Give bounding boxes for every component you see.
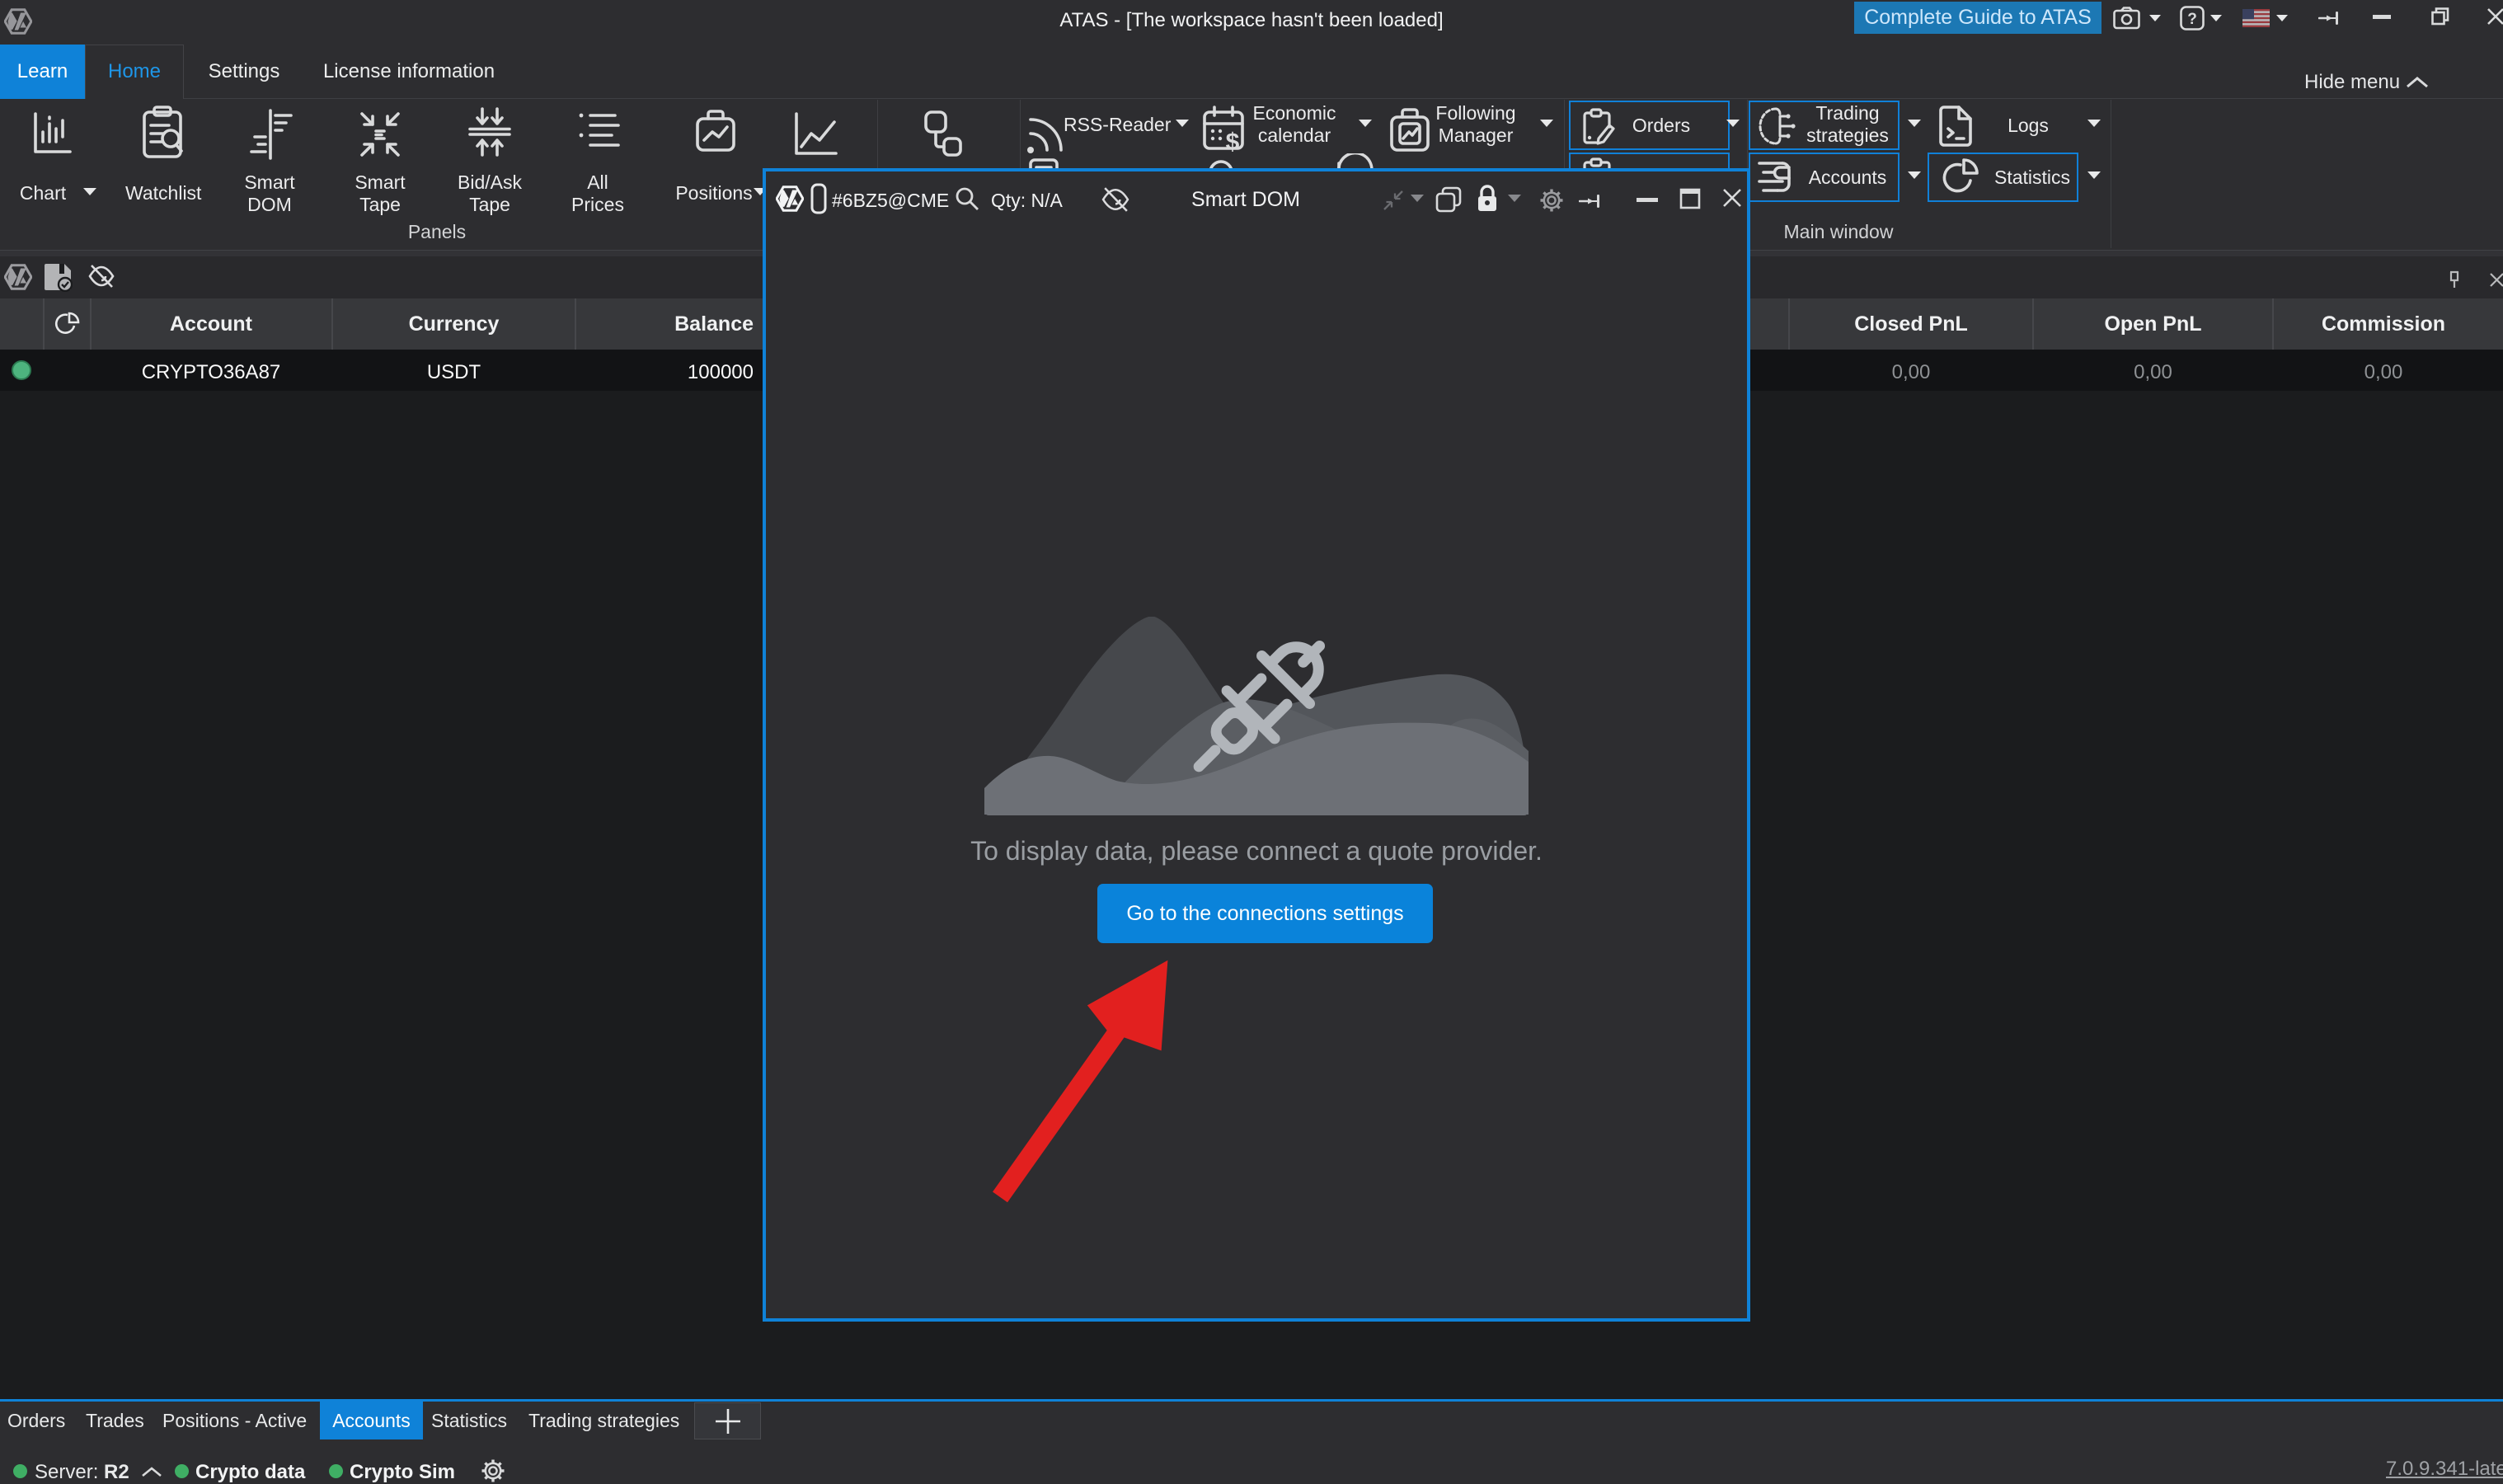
svg-text:?: ? xyxy=(2187,11,2197,28)
